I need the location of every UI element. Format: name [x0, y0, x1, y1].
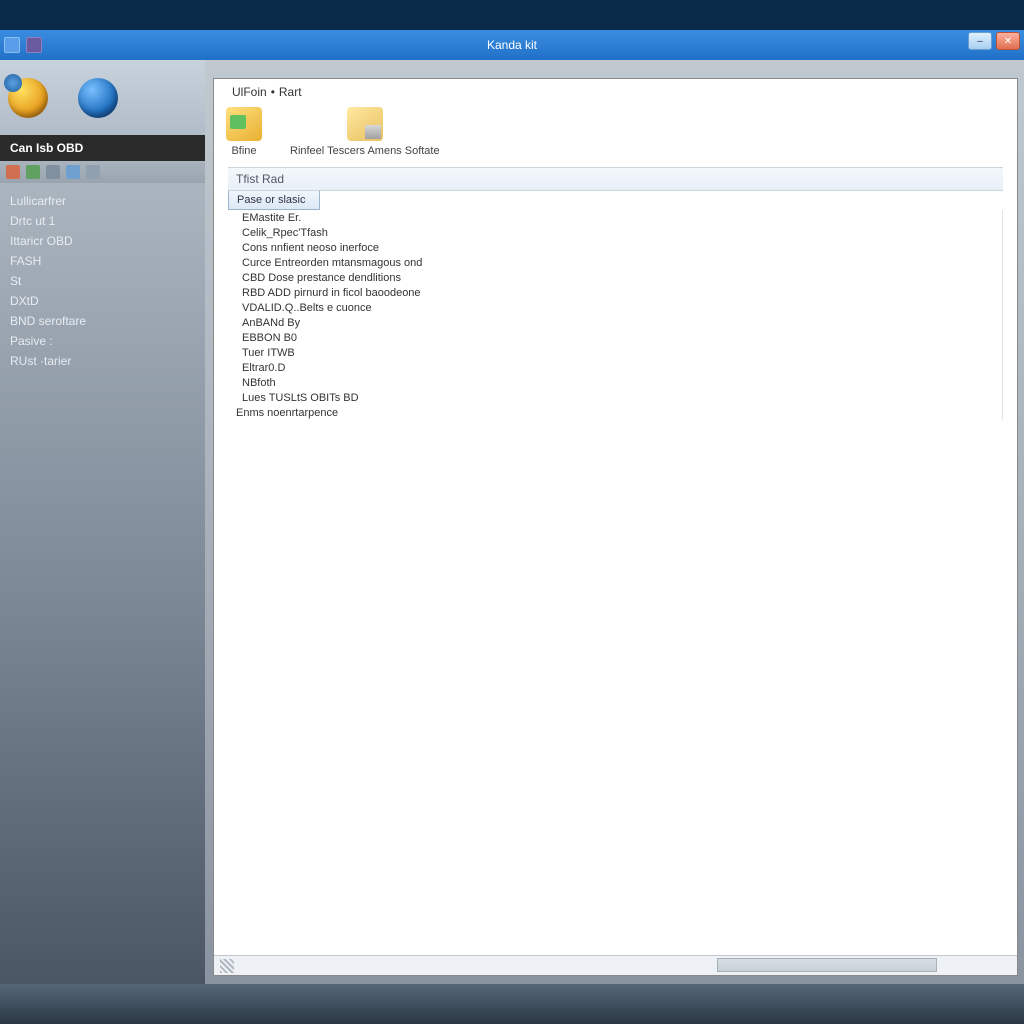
menu-separator: •	[271, 85, 275, 99]
list-item[interactable]: CBD Dose prestance dendlitions	[242, 270, 1002, 285]
menubar: UlFoin • Rart	[214, 79, 1017, 105]
list-item[interactable]: Tuer ITWB	[242, 345, 1002, 360]
shield-globe-icon[interactable]	[8, 78, 48, 118]
toolbar-button-open[interactable]: Bfine	[226, 107, 262, 157]
list-item[interactable]: Enms noenrtarpence	[236, 405, 1002, 420]
menu-item[interactable]: UlFoin	[232, 85, 267, 99]
sidebar-item[interactable]: Pasive :	[0, 331, 205, 351]
menu-item[interactable]: Rart	[279, 85, 302, 99]
list-item[interactable]: Lues TUSLtS OBITs BD	[242, 390, 1002, 405]
sidebar-item[interactable]: BND seroftare	[0, 311, 205, 331]
column-header[interactable]: Pase or slasic	[228, 191, 320, 210]
app-body: Can Isb OBD Lullicarfrer Drtc ut 1 Ittar…	[0, 60, 1024, 984]
sidebar-top-icons	[0, 60, 205, 135]
tool-icon-4[interactable]	[66, 165, 80, 179]
sidebar-item[interactable]: RUst ·tarier	[0, 351, 205, 371]
sidebar-item[interactable]: Lullicarfrer	[0, 191, 205, 211]
sidebar-item[interactable]: DXtD	[0, 291, 205, 311]
sidebar: Can Isb OBD Lullicarfrer Drtc ut 1 Ittar…	[0, 60, 205, 984]
list-item[interactable]: Curce Entreorden mtansmagous ond	[242, 255, 1002, 270]
window-title: Kanda kit	[487, 38, 537, 52]
list-item[interactable]: RBD ADD pirnurd in ficol baoodeone	[242, 285, 1002, 300]
toolbar-button-refresh[interactable]: Rinfeel Tescers Amens Softate	[290, 107, 440, 157]
statusbar	[214, 955, 1017, 975]
list-item[interactable]: Eltrar0.D	[242, 360, 1002, 375]
app-icon[interactable]	[4, 37, 20, 53]
sidebar-item[interactable]: St	[0, 271, 205, 291]
folder-export-icon	[347, 107, 383, 141]
sidebar-items: Lullicarfrer Drtc ut 1 Ittaricr OBD FASH…	[0, 183, 205, 379]
sidebar-toolbar	[0, 161, 205, 183]
list-item[interactable]: EMastite Er.	[242, 210, 1002, 225]
close-button[interactable]: ✕	[996, 32, 1020, 50]
sidebar-header: Can Isb OBD	[0, 135, 205, 161]
list-item[interactable]: AnBANd By	[242, 315, 1002, 330]
secondary-icon[interactable]	[26, 37, 42, 53]
minimize-button[interactable]: –	[968, 32, 992, 50]
sidebar-item[interactable]: Drtc ut 1	[0, 211, 205, 231]
taskbar	[0, 984, 1024, 1024]
list-item[interactable]: Celik_Rpec'Tfash	[242, 225, 1002, 240]
toolbar-label: Rinfeel Tescers Amens Softate	[290, 145, 440, 157]
list-item[interactable]: NBfoth	[242, 375, 1002, 390]
resize-handle-icon[interactable]	[220, 959, 234, 973]
tool-icon-3[interactable]	[46, 165, 60, 179]
tool-icon-5[interactable]	[86, 165, 100, 179]
section-header: Tfist Rad	[228, 167, 1003, 191]
list-item[interactable]: VDALID.Q..Belts e cuonce	[242, 300, 1002, 315]
folder-open-icon	[226, 107, 262, 141]
sidebar-item[interactable]: FASH	[0, 251, 205, 271]
column-header-row: Pase or slasic	[228, 191, 1003, 210]
scrollbar-horizontal[interactable]	[717, 958, 937, 972]
globe-icon[interactable]	[78, 78, 118, 118]
tool-icon-2[interactable]	[26, 165, 40, 179]
item-list: EMastite Er. Celik_Rpec'Tfash Cons nnfie…	[228, 210, 1003, 420]
toolbar: Bfine Rinfeel Tescers Amens Softate	[214, 105, 1017, 163]
main-panel: UlFoin • Rart Bfine Rinfeel Tescers Amen…	[213, 78, 1018, 976]
sidebar-item[interactable]: Ittaricr OBD	[0, 231, 205, 251]
titlebar: Kanda kit – ✕	[0, 30, 1024, 60]
window-controls: – ✕	[968, 32, 1020, 50]
titlebar-left-icons	[4, 37, 42, 53]
tool-icon-1[interactable]	[6, 165, 20, 179]
list-item[interactable]: Cons nnfient neoso inerfoce	[242, 240, 1002, 255]
list-item[interactable]: EBBON B0	[242, 330, 1002, 345]
toolbar-label: Bfine	[231, 145, 256, 157]
